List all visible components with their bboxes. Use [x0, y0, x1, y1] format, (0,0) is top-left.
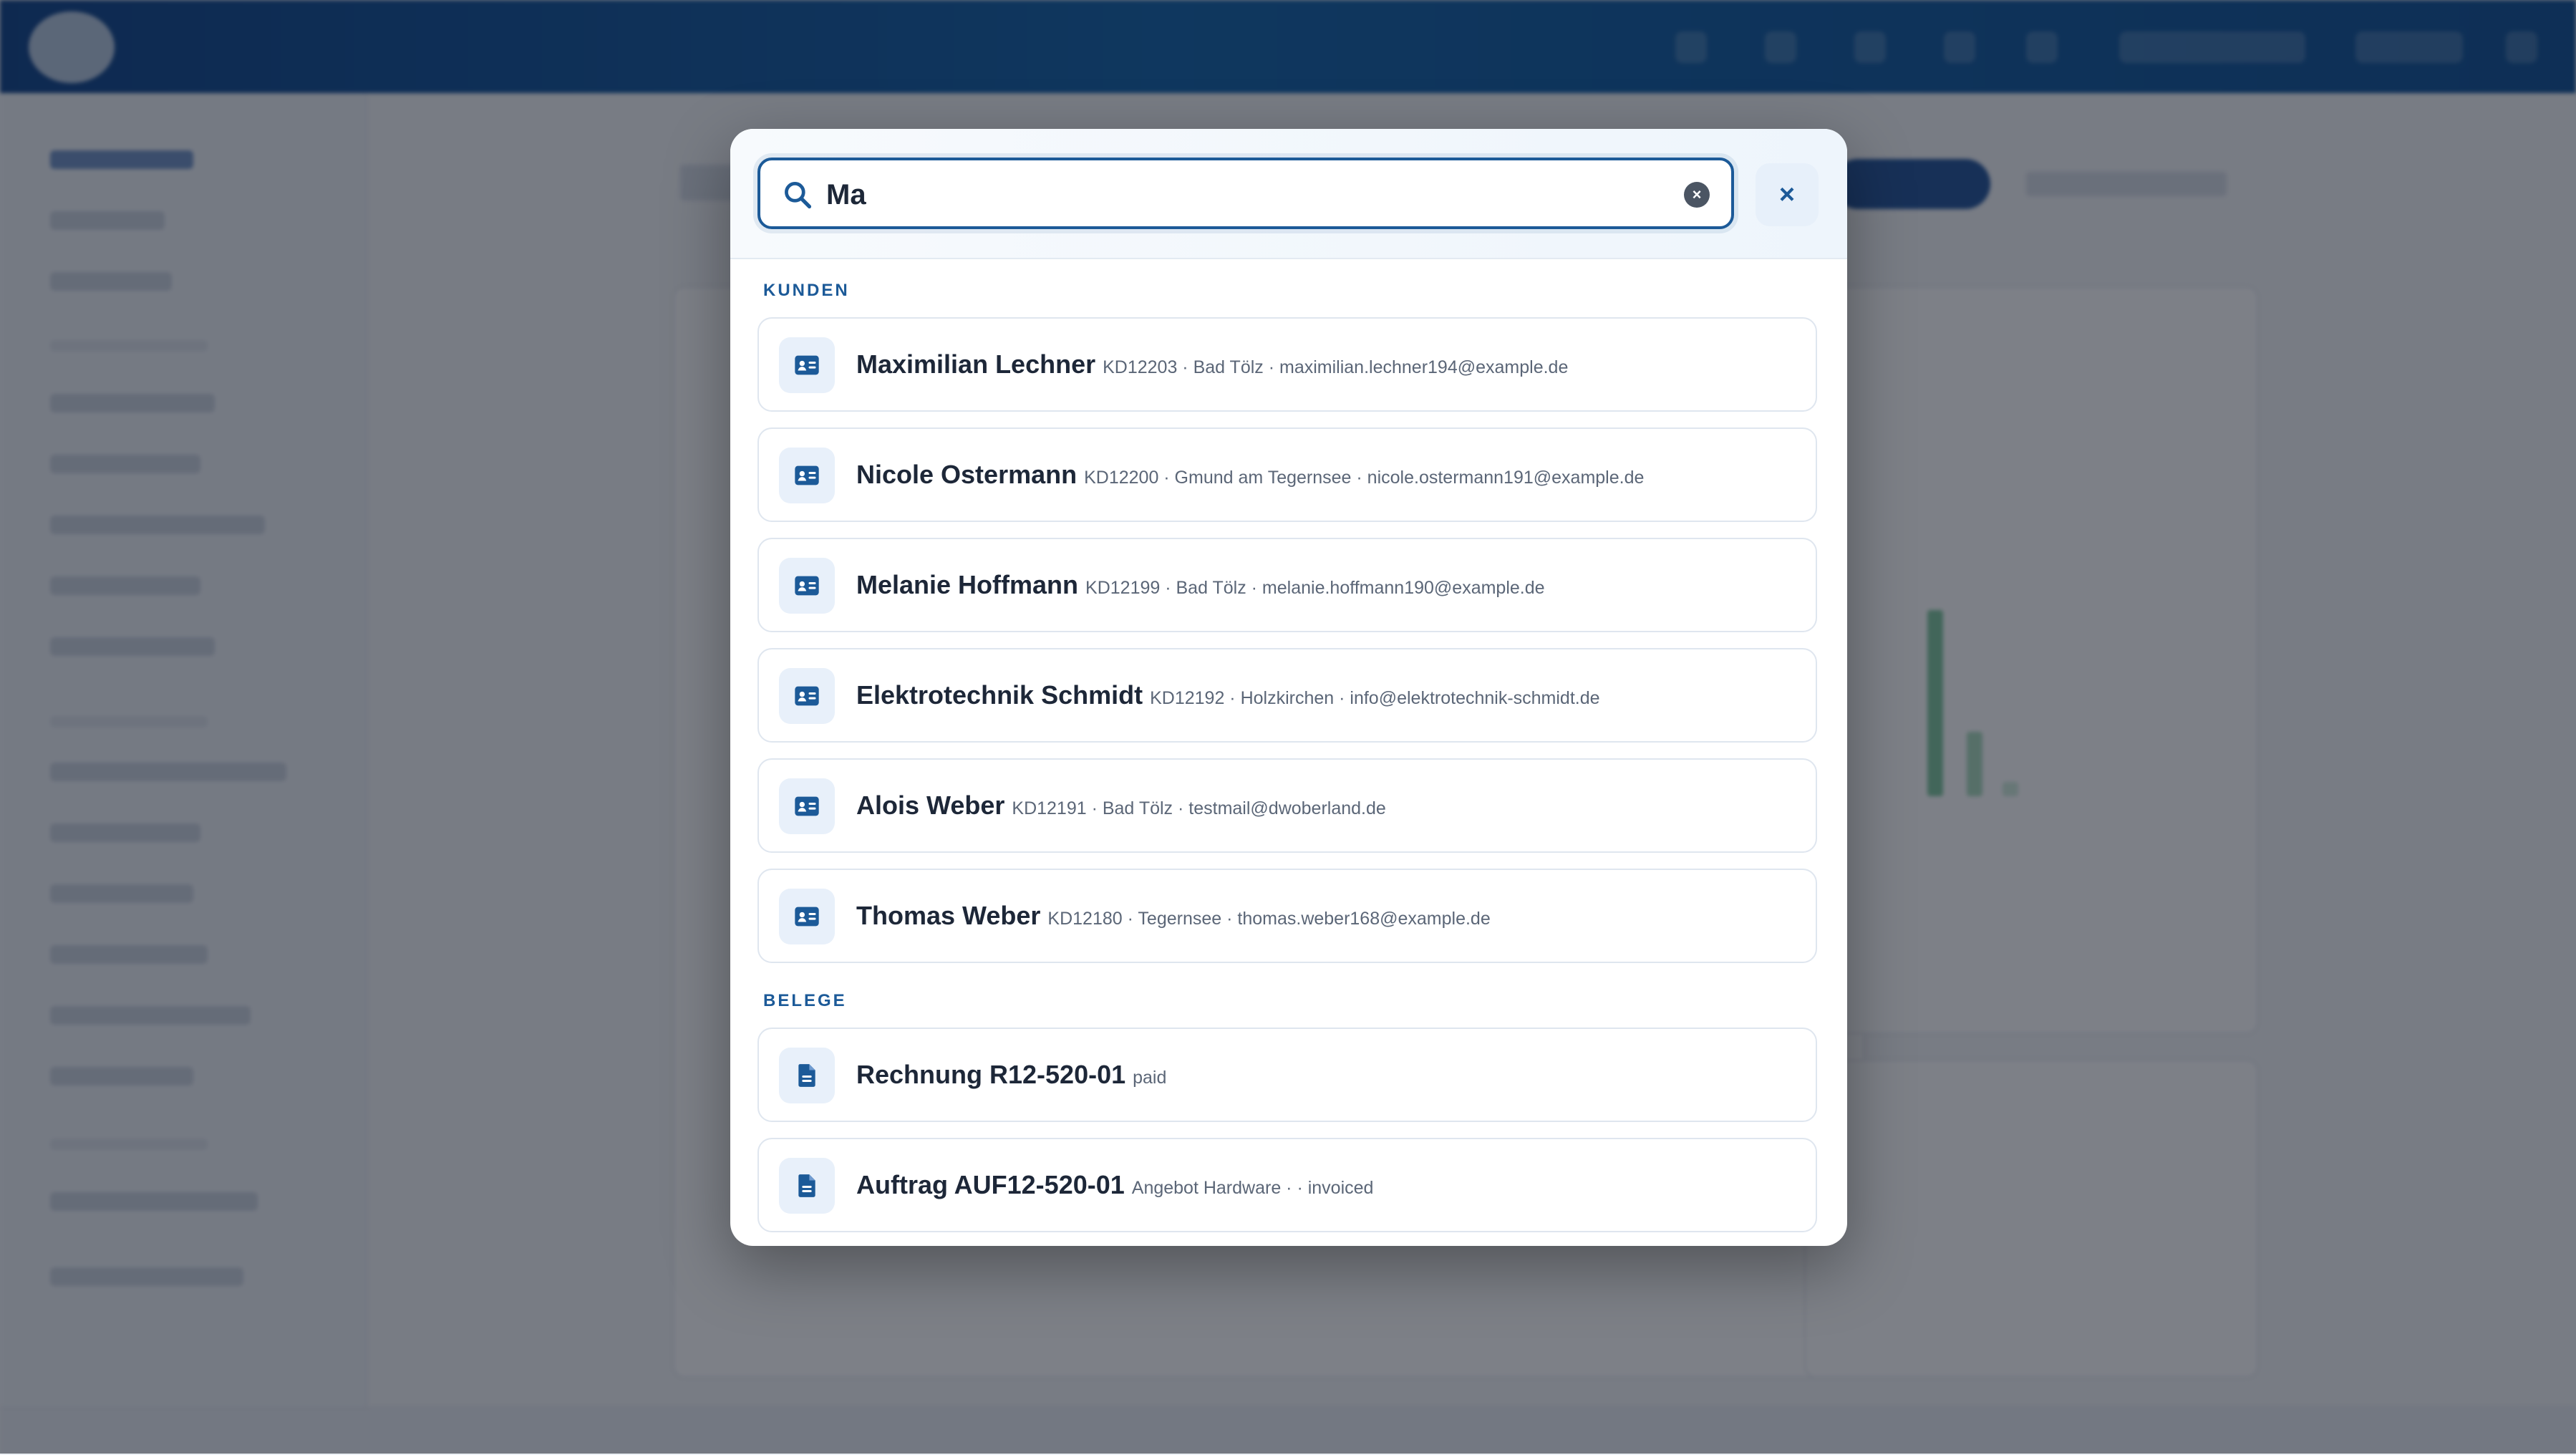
document-status: paid [1133, 1068, 1167, 1088]
contact-card-icon [779, 778, 835, 834]
customer-name: Elektrotechnik Schmidt [856, 680, 1143, 710]
search-dialog: × × KUNDEN Maximilian Lechner KD12203 · B… [730, 129, 1847, 1246]
customer-result[interactable]: Melanie Hoffmann KD12199 · Bad Tölz · mel… [757, 538, 1817, 632]
customer-details: KD12199 · Bad Tölz · melanie.hoffmann190… [1085, 578, 1545, 598]
customer-result-text: Melanie Hoffmann KD12199 · Bad Tölz · mel… [856, 539, 1545, 631]
customer-details: KD12192 · Holzkirchen · info@elektrotech… [1150, 688, 1600, 708]
contact-card-icon [779, 448, 835, 503]
document-title: Rechnung R12-520-01 [856, 1060, 1126, 1089]
customer-name: Thomas Weber [856, 901, 1041, 930]
section-label-customers: KUNDEN [763, 281, 850, 300]
customer-details: KD12203 · Bad Tölz · maximilian.lechner1… [1103, 357, 1569, 377]
close-dialog-button[interactable]: × [1756, 163, 1819, 226]
contact-card-icon [779, 558, 835, 614]
contact-card-icon [779, 668, 835, 724]
customer-details: KD12191 · Bad Tölz · testmail@dwoberland… [1012, 798, 1386, 818]
customer-result[interactable]: Thomas Weber KD12180 · Tegernsee · thomas… [757, 869, 1817, 963]
file-icon [779, 1048, 835, 1103]
customer-result-text: Nicole Ostermann KD12200 · Gmund am Teger… [856, 429, 1644, 521]
customer-name: Nicole Ostermann [856, 460, 1078, 489]
customer-result-text: Elektrotechnik Schmidt KD12192 · Holzkirc… [856, 649, 1600, 741]
search-header: × × [730, 129, 1847, 259]
search-input[interactable] [825, 170, 1658, 219]
customer-details: KD12200 · Gmund am Tegernsee · nicole.os… [1084, 468, 1645, 488]
customer-result[interactable]: Alois Weber KD12191 · Bad Tölz · testmail… [757, 758, 1817, 853]
section-label-documents: BELEGE [763, 991, 847, 1010]
customer-details: KD12180 · Tegernsee · thomas.weber168@ex… [1047, 909, 1491, 929]
customer-name: Maximilian Lechner [856, 349, 1096, 379]
contact-card-icon [779, 889, 835, 944]
document-result-text: Rechnung R12-520-01 paid [856, 1029, 1166, 1121]
file-icon [779, 1158, 835, 1214]
clear-search-button[interactable]: × [1684, 182, 1710, 208]
customer-name: Melanie Hoffmann [856, 570, 1079, 599]
customer-result[interactable]: Maximilian Lechner KD12203 · Bad Tölz · m… [757, 317, 1817, 412]
document-status: Angebot Hardware · · invoiced [1131, 1178, 1374, 1198]
search-field[interactable]: × [757, 158, 1734, 229]
document-title: Auftrag AUF12-520-01 [856, 1170, 1125, 1199]
customer-result-text: Thomas Weber KD12180 · Tegernsee · thomas… [856, 870, 1491, 962]
customer-result-text: Alois Weber KD12191 · Bad Tölz · testmail… [856, 760, 1386, 851]
customer-result[interactable]: Elektrotechnik Schmidt KD12192 · Holzkirc… [757, 648, 1817, 743]
customer-result[interactable]: Nicole Ostermann KD12200 · Gmund am Teger… [757, 427, 1817, 522]
document-result[interactable]: Auftrag AUF12-520-01 Angebot Hardware · ·… [757, 1138, 1817, 1232]
document-result[interactable]: Rechnung R12-520-01 paid [757, 1028, 1817, 1122]
customer-name: Alois Weber [856, 791, 1005, 820]
document-result-text: Auftrag AUF12-520-01 Angebot Hardware · ·… [856, 1139, 1373, 1231]
contact-card-icon [779, 337, 835, 393]
customer-result-text: Maximilian Lechner KD12203 · Bad Tölz · m… [856, 319, 1568, 410]
search-icon [785, 182, 812, 209]
